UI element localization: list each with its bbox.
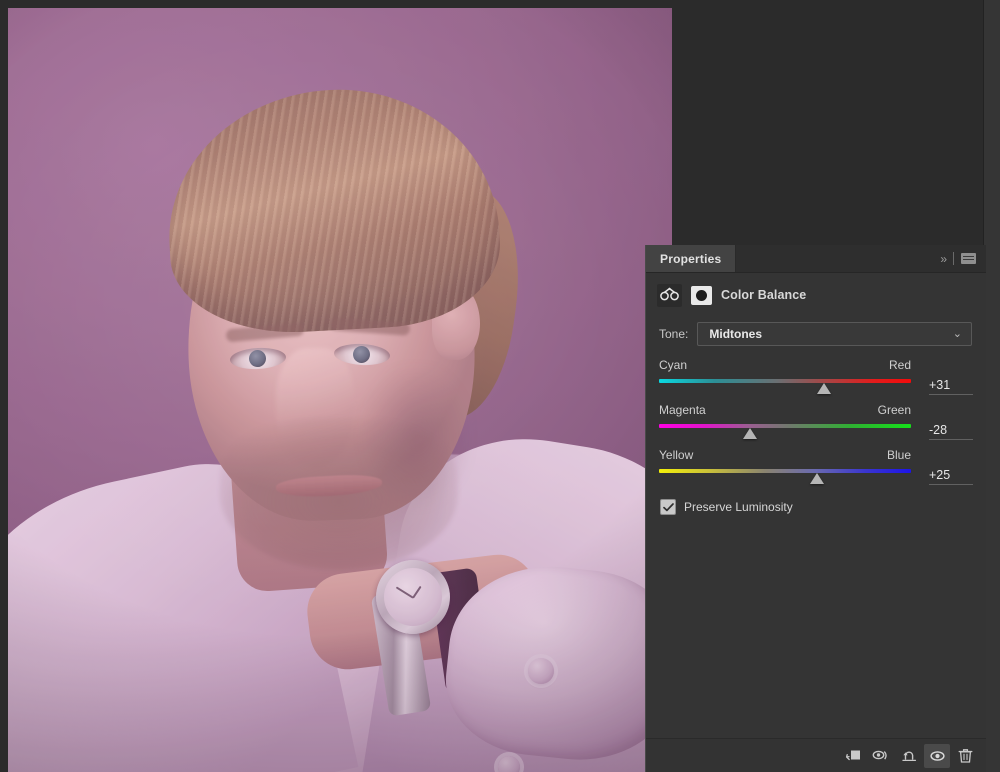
color-balance-scales-icon <box>657 283 682 307</box>
slider-yellow-blue-thumb[interactable] <box>809 473 824 484</box>
slider-yellow-blue-labels: Yellow Blue <box>659 448 911 462</box>
slider-cyan-red-track-area[interactable] <box>659 376 911 394</box>
properties-panel: Properties » Color Balance Tone: Midtone… <box>645 245 986 772</box>
delete-adjustment-button[interactable] <box>952 744 978 768</box>
panel-footer-toolbar <box>646 738 986 772</box>
collapse-panel-icon[interactable]: » <box>940 252 947 266</box>
slider-yellow-blue-track-area[interactable] <box>659 466 911 484</box>
slider-yellow-blue-right-label: Blue <box>886 448 911 462</box>
portrait-photo <box>8 8 672 772</box>
slider-magenta-green: Magenta Green -28 <box>646 403 986 440</box>
reset-adjustment-button[interactable] <box>896 744 922 768</box>
adjustment-header: Color Balance <box>646 273 986 316</box>
preserve-luminosity-row[interactable]: Preserve Luminosity <box>646 493 986 515</box>
tab-properties-label: Properties <box>660 251 722 266</box>
chevron-down-icon: ⌄ <box>952 328 962 340</box>
tone-select-value: Midtones <box>709 327 763 341</box>
slider-magenta-green-track <box>659 424 911 428</box>
tab-divider <box>953 252 954 265</box>
slider-yellow-blue: Yellow Blue +25 <box>646 448 986 485</box>
slider-cyan-red-value[interactable]: +31 <box>929 378 973 395</box>
slider-magenta-green-value[interactable]: -28 <box>929 423 973 440</box>
slider-magenta-green-thumb[interactable] <box>742 428 757 439</box>
layer-mask-thumbnail[interactable] <box>691 285 712 305</box>
slider-magenta-green-labels: Magenta Green <box>659 403 911 417</box>
preserve-luminosity-checkbox[interactable] <box>660 499 676 515</box>
slider-cyan-red-left-label: Cyan <box>659 358 688 372</box>
slider-magenta-green-right-label: Green <box>877 403 911 417</box>
slider-cyan-red-track <box>659 379 911 383</box>
slider-yellow-blue-value[interactable]: +25 <box>929 468 973 485</box>
tone-label: Tone: <box>659 327 689 341</box>
tab-properties[interactable]: Properties <box>646 245 737 272</box>
adjustment-title: Color Balance <box>721 288 807 302</box>
view-previous-state-button[interactable] <box>868 744 894 768</box>
panel-menu-icon[interactable] <box>961 253 976 264</box>
photoshop-window: Properties » Color Balance Tone: Midtone… <box>0 0 1000 772</box>
slider-yellow-blue-track <box>659 469 911 473</box>
slider-magenta-green-track-area[interactable] <box>659 421 911 439</box>
preserve-luminosity-label: Preserve Luminosity <box>684 500 793 514</box>
slider-cyan-red: Cyan Red +31 <box>646 358 986 395</box>
tone-select[interactable]: Midtones ⌄ <box>697 322 972 346</box>
tone-row: Tone: Midtones ⌄ <box>646 316 986 346</box>
slider-cyan-red-thumb[interactable] <box>817 383 832 394</box>
panel-tab-controls: » <box>940 245 986 272</box>
slider-yellow-blue-left-label: Yellow <box>659 448 694 462</box>
photo-magenta-cast <box>8 8 672 772</box>
panel-tab-bar: Properties » <box>646 245 986 273</box>
tab-bar-empty <box>736 245 941 272</box>
clip-to-layer-button[interactable] <box>840 744 866 768</box>
slider-cyan-red-labels: Cyan Red <box>659 358 911 372</box>
slider-cyan-red-right-label: Red <box>888 358 911 372</box>
color-sliders: Cyan Red +31 Magenta Green -28 Yellow Bl… <box>646 346 986 485</box>
toggle-layer-visibility-button[interactable] <box>924 743 950 768</box>
slider-magenta-green-left-label: Magenta <box>659 403 706 417</box>
image-canvas[interactable] <box>8 8 672 772</box>
